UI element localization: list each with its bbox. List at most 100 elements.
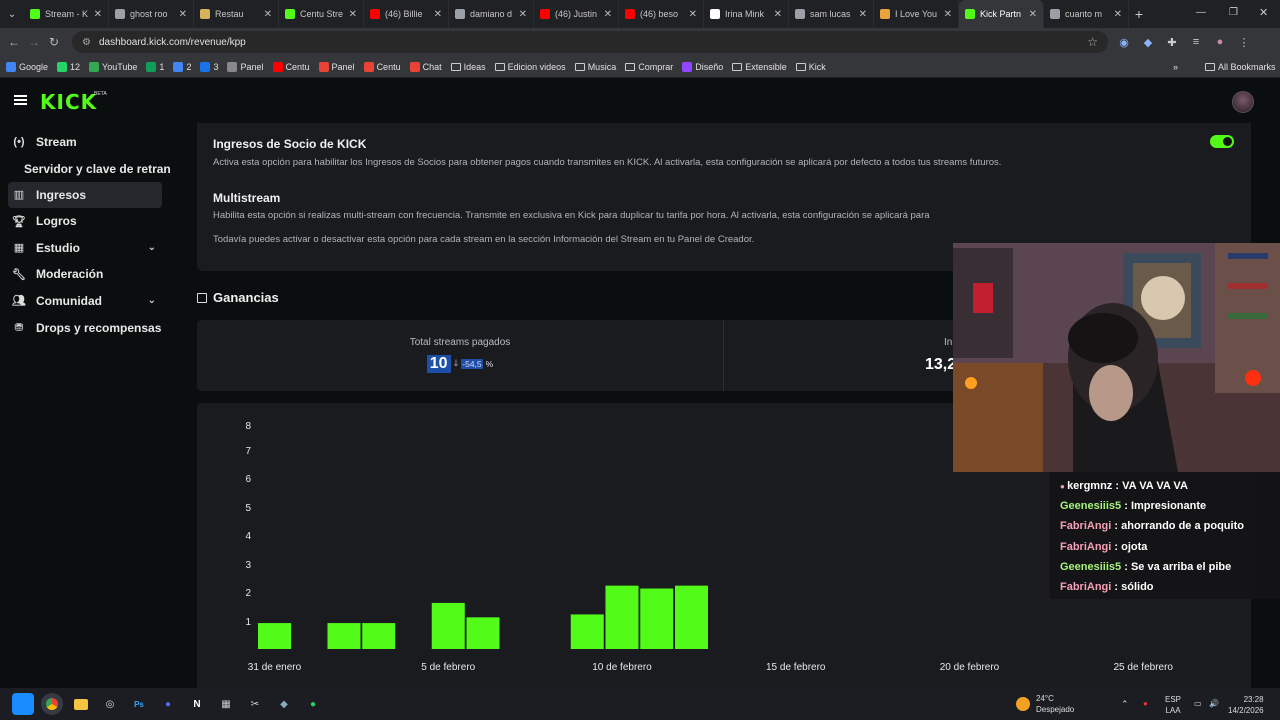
browser-tab[interactable]: (46) beso ✕ <box>619 0 704 28</box>
browser-tab[interactable]: Irina Mink ✕ <box>704 0 789 28</box>
browser-tab[interactable]: I Love You ✕ <box>874 0 959 28</box>
tab-close-icon[interactable]: ✕ <box>604 9 612 20</box>
chart-bar[interactable] <box>675 585 708 649</box>
chart-bar[interactable] <box>466 617 500 649</box>
chart-bar[interactable] <box>258 623 291 649</box>
bookmark-star-icon[interactable]: ☆ <box>1087 35 1098 49</box>
extension-icon[interactable]: ◉ <box>1116 36 1132 49</box>
sidebar-item[interactable]: ▥ Ingresos <box>8 181 162 208</box>
sidebar-item[interactable]: 🏆︎ Logros <box>8 208 162 234</box>
bookmark-item[interactable]: Centu <box>363 61 401 72</box>
bookmark-item[interactable]: Extensible <box>732 62 787 72</box>
obs-icon[interactable]: ◎ <box>99 693 121 715</box>
tab-close-icon[interactable]: ✕ <box>349 9 357 20</box>
bookmark-item[interactable]: Chat <box>409 61 442 72</box>
bookmark-item[interactable]: Google <box>6 61 48 72</box>
forward-button[interactable]: → <box>24 35 44 49</box>
hamburger-menu-icon[interactable] <box>14 95 27 105</box>
browser-tab[interactable]: Centu Stre ✕ <box>279 0 364 28</box>
volume-icon[interactable]: 🔊 <box>1209 698 1219 709</box>
bookmark-item[interactable]: Comprar <box>625 62 673 72</box>
bookmark-item[interactable]: 1 <box>146 61 164 72</box>
bookmarks-overflow-icon[interactable]: » <box>1173 62 1178 72</box>
browser-tab[interactable]: Kick Partn ✕ <box>959 0 1044 28</box>
chevron-down-icon[interactable]: ⌄ <box>148 295 156 306</box>
tray-chevron-icon[interactable]: ⌃ <box>1121 699 1129 710</box>
browser-tab[interactable]: damiano d ✕ <box>449 0 534 28</box>
sidebar-item[interactable]: (•) Stream <box>8 129 162 155</box>
chart-bar[interactable] <box>327 623 361 649</box>
sidebar-item[interactable]: 👥︎ Comunidad ⌄ <box>8 288 162 314</box>
sidebar-item[interactable]: 🔧︎ Moderación <box>8 261 162 287</box>
bookmark-item[interactable]: Centu <box>272 61 310 72</box>
notion-icon[interactable]: N <box>186 693 208 715</box>
url-field[interactable]: ⚙ dashboard.kick.com/revenue/kpp ☆ <box>72 31 1108 53</box>
profile-avatar-icon[interactable]: ● <box>1212 36 1228 48</box>
tab-close-icon[interactable]: ✕ <box>434 9 442 20</box>
bookmark-item[interactable]: 3 <box>200 61 218 72</box>
site-info-icon[interactable]: ⚙ <box>82 37 91 48</box>
tab-search-button[interactable]: ⌄ <box>0 9 24 20</box>
sidebar-item[interactable]: ▦ Estudio ⌄ <box>8 235 162 261</box>
tab-close-icon[interactable]: ✕ <box>519 9 527 20</box>
tab-close-icon[interactable]: ✕ <box>264 9 272 20</box>
capcut-icon[interactable]: ✂ <box>244 693 266 715</box>
windows-start-icon[interactable] <box>12 693 34 715</box>
browser-tab[interactable]: (46) Billie ✕ <box>364 0 449 28</box>
chart-bar[interactable] <box>431 602 465 649</box>
chart-bar[interactable] <box>605 585 639 649</box>
weather-widget[interactable]: 24°C Despejado <box>1016 693 1074 715</box>
extensions-puzzle-icon[interactable]: ✚ <box>1164 36 1180 49</box>
tab-close-icon[interactable]: ✕ <box>859 9 867 20</box>
menu-dots-icon[interactable]: ⋮ <box>1236 36 1252 49</box>
language-indicator[interactable]: ESP LAA <box>1165 694 1181 716</box>
discord-icon[interactable]: ● <box>157 693 179 715</box>
kick-logo[interactable]: KICK <box>40 90 97 114</box>
calculator-icon[interactable]: ▦ <box>215 693 237 715</box>
bookmark-item[interactable]: YouTube <box>89 61 137 72</box>
bookmark-item[interactable]: Ideas <box>450 62 486 72</box>
chevron-down-icon[interactable]: ⌄ <box>148 242 156 253</box>
browser-tab[interactable]: (46) Justin ✕ <box>534 0 619 28</box>
window-restore-button[interactable]: ❐ <box>1229 7 1238 18</box>
tab-close-icon[interactable]: ✕ <box>94 9 102 20</box>
bookmark-item[interactable]: 2 <box>173 61 191 72</box>
network-icon[interactable]: ▭ <box>1194 698 1202 709</box>
window-minimize-button[interactable]: — <box>1196 7 1206 18</box>
back-button[interactable]: ← <box>4 35 24 49</box>
new-tab-button[interactable]: + <box>1129 6 1149 22</box>
user-avatar[interactable] <box>1232 91 1254 113</box>
browser-tab[interactable]: Restau ✕ <box>194 0 279 28</box>
bookmark-item[interactable]: Diseño <box>682 61 723 72</box>
microphone-icon[interactable]: ● <box>1143 698 1148 709</box>
bookmark-item[interactable]: Edicion videos <box>494 62 566 72</box>
sidebar-subitem[interactable]: Servidor y clave de retransm <box>0 156 170 182</box>
bookmark-item[interactable]: Kick <box>795 62 826 72</box>
tab-close-icon[interactable]: ✕ <box>774 9 782 20</box>
tab-close-icon[interactable]: ✕ <box>1029 9 1037 20</box>
tab-close-icon[interactable]: ✕ <box>689 9 697 20</box>
spotify-icon[interactable]: ● <box>302 693 324 715</box>
sidebar-item[interactable]: ⛃ Drops y recompensas <box>8 315 162 341</box>
bookmark-item[interactable]: Panel <box>318 61 355 72</box>
tab-close-icon[interactable]: ✕ <box>1114 9 1122 20</box>
bookmark-item[interactable]: 12 <box>57 61 80 72</box>
browser-tab[interactable]: sam lucas ✕ <box>789 0 874 28</box>
tab-list-icon[interactable]: ≡ <box>1188 36 1204 48</box>
bookmark-item[interactable]: Panel <box>227 61 264 72</box>
chart-bar[interactable] <box>570 614 604 649</box>
kpp-toggle[interactable] <box>1210 135 1234 148</box>
window-close-button[interactable]: ✕ <box>1259 6 1268 19</box>
file-explorer-icon[interactable] <box>70 693 92 715</box>
bookmark-item[interactable]: Musica <box>574 62 616 72</box>
photoshop-icon[interactable]: Ps <box>128 693 150 715</box>
tab-close-icon[interactable]: ✕ <box>179 9 187 20</box>
extension-icon[interactable]: ◆ <box>1140 36 1156 49</box>
browser-tab[interactable]: cuanto m ✕ <box>1044 0 1129 28</box>
browser-tab[interactable]: Stream - K ✕ <box>24 0 109 28</box>
all-bookmarks-button[interactable]: All Bookmarks <box>1205 62 1276 72</box>
browser-tab[interactable]: ghost roo ✕ <box>109 0 194 28</box>
app-icon[interactable]: ◆ <box>273 693 295 715</box>
chrome-taskbar-icon[interactable] <box>41 693 63 715</box>
tab-close-icon[interactable]: ✕ <box>944 9 952 20</box>
